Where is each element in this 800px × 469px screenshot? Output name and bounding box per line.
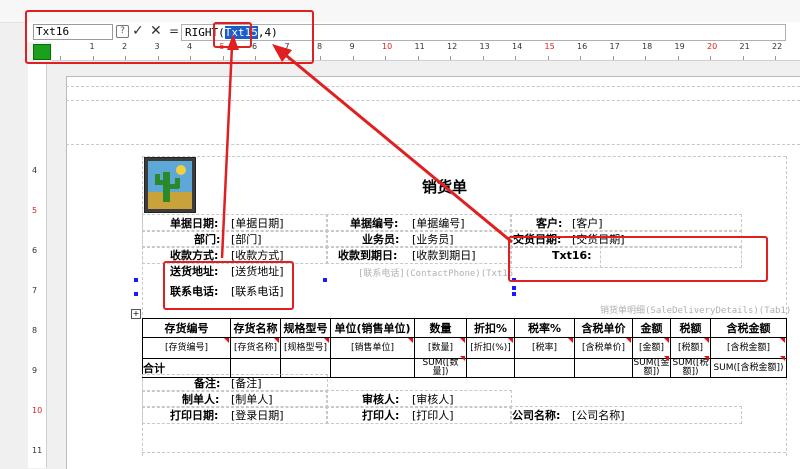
annotation-arrows: [220, 34, 513, 259]
